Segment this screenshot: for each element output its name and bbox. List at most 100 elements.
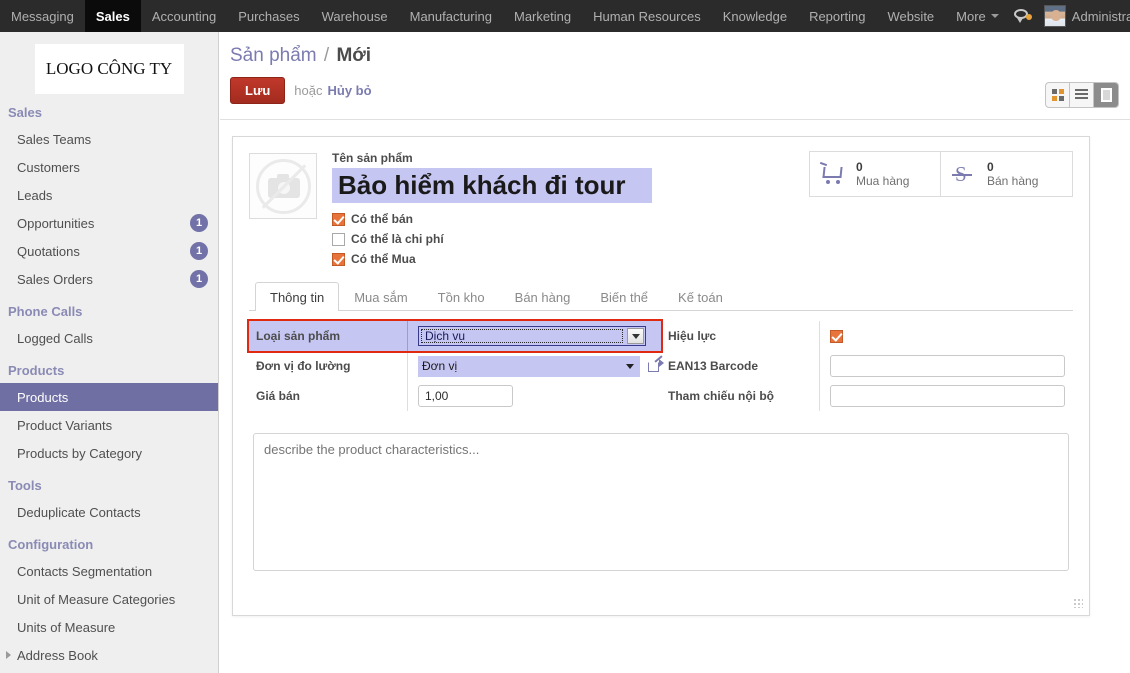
sidebar-item-unit-of-measure-categories[interactable]: Unit of Measure Categories: [0, 585, 218, 613]
chat-tail-shape: [1016, 18, 1023, 23]
sidebar-item-sales-orders[interactable]: Sales Orders 1: [0, 265, 218, 293]
active-checkbox[interactable]: [830, 329, 843, 343]
nav-item-more[interactable]: More: [945, 0, 1010, 32]
internal-ref-label: Tham chiếu nội bộ: [668, 389, 775, 403]
tab-mua-sắm[interactable]: Mua sắm: [339, 282, 422, 311]
form-column-right: Hiệu lực EAN13 Barcode Tham chiếu nội bộ: [661, 321, 1073, 411]
sidebar-item-opportunities[interactable]: Opportunities 1: [0, 209, 218, 237]
list-view-button[interactable]: [1070, 83, 1094, 107]
sidebar-item-product-variants[interactable]: Product Variants: [0, 411, 218, 439]
form-icon: [1100, 88, 1112, 102]
nav-item-label: Purchases: [238, 8, 300, 24]
discard-button[interactable]: Hủy bỏ: [328, 83, 372, 98]
main-content: Sản phẩm / Mới Lưu hoặc Hủy bỏ Tên sản p…: [220, 32, 1130, 673]
sidebar-item-products-by-category[interactable]: Products by Category: [0, 439, 218, 467]
resize-grip-icon[interactable]: [1073, 598, 1083, 608]
sidebar-item-label: Leads: [17, 187, 53, 203]
sidebar-item-logged-calls[interactable]: Logged Calls: [0, 324, 218, 352]
product-type-value-cell: Dịch vụ: [407, 321, 661, 351]
sidebar-item-label: Unit of Measure Categories: [17, 591, 176, 607]
sidebar-item-units-of-measure[interactable]: Units of Measure: [0, 613, 218, 641]
nav-item-label: Accounting: [151, 8, 217, 24]
stat-value: 0: [987, 160, 994, 174]
sidebar-section-sales: Sales: [8, 105, 42, 120]
nav-item-reporting[interactable]: Reporting: [798, 0, 876, 32]
avatar[interactable]: [1043, 5, 1066, 27]
nav-item-messaging[interactable]: Messaging: [0, 0, 85, 32]
nav-item-human-resources[interactable]: Human Resources: [582, 0, 712, 32]
sidebar-item-badge: 1: [190, 270, 208, 288]
sidebar-item-leads[interactable]: Leads: [0, 181, 218, 209]
nav-item-knowledge[interactable]: Knowledge: [712, 0, 798, 32]
description-textarea[interactable]: [253, 433, 1069, 571]
breadcrumb-root[interactable]: Sản phẩm: [230, 45, 317, 66]
product-type-select[interactable]: Dịch vụ: [418, 326, 646, 346]
sidebar-item-label: Sales Orders: [17, 271, 93, 287]
checkbox-1[interactable]: [332, 232, 345, 246]
nav-item-label: Marketing: [514, 8, 572, 24]
breadcrumb-current: Mới: [336, 45, 372, 66]
sidebar-item-products[interactable]: Products: [0, 383, 218, 411]
product-name-input[interactable]: [332, 168, 652, 203]
field-row-price: Giá bán: [249, 381, 661, 411]
sidebar-item-quotations[interactable]: Quotations 1: [0, 237, 218, 265]
checkbox-0[interactable]: [332, 212, 345, 226]
price-input[interactable]: [418, 385, 513, 407]
checkbox-2[interactable]: [332, 252, 345, 266]
tab-tồn-kho[interactable]: Tồn kho: [423, 282, 500, 311]
uom-selected-value: Đơn vị: [422, 359, 458, 373]
internal-ref-input[interactable]: [830, 385, 1065, 407]
dropdown-arrow-button[interactable]: [627, 328, 644, 344]
ean13-input[interactable]: [830, 355, 1065, 377]
kanban-view-button[interactable]: [1046, 83, 1070, 107]
sidebar-item-sales-teams[interactable]: Sales Teams: [0, 125, 218, 153]
nav-item-accounting[interactable]: Accounting: [141, 0, 227, 32]
product-image-placeholder[interactable]: [249, 153, 317, 219]
active-label: Hiệu lực: [668, 329, 717, 343]
sidebar-item-customers[interactable]: Customers: [0, 153, 218, 181]
user-name-label[interactable]: Administrator: [1072, 9, 1130, 24]
field-row-ean13: EAN13 Barcode: [661, 351, 1073, 381]
sidebar-item-label: Address Book: [17, 647, 98, 663]
stat-button-mua-hàng[interactable]: 0 Mua hàng: [810, 152, 941, 196]
sheet-background: Tên sản phẩm Có thể bán Có thể là chi phí…: [220, 120, 1130, 632]
tab-thông-tin[interactable]: Thông tin: [255, 282, 340, 311]
nav-item-sales[interactable]: Sales: [84, 0, 141, 32]
external-link-icon[interactable]: [648, 355, 664, 373]
checkbox-label: Có thể bán: [351, 212, 413, 226]
stat-button-bán-hàng[interactable]: S0Bán hàng: [941, 152, 1072, 196]
uom-select[interactable]: Đơn vị: [418, 355, 640, 377]
messaging-icon[interactable]: [1013, 7, 1034, 25]
sidebar-item-address-book[interactable]: Address Book: [0, 641, 218, 669]
form-view-button[interactable]: [1094, 83, 1118, 107]
chevron-right-icon[interactable]: [6, 651, 11, 659]
chat-badge-dot: [1025, 14, 1032, 20]
tab-biến-thể[interactable]: Biến thể: [585, 282, 663, 311]
checkbox-row: Có thể bán: [332, 212, 652, 226]
tab-label: Tồn kho: [437, 290, 485, 305]
checkbox-label: Có thể Mua: [351, 252, 416, 266]
tab-label: Bán hàng: [514, 290, 571, 305]
nav-item-label: Website: [887, 8, 935, 24]
stat-label: Mua hàng: [856, 174, 910, 188]
nav-item-purchases[interactable]: Purchases: [227, 0, 310, 32]
sidebar-item-label: Logged Calls: [17, 330, 93, 346]
external-link-arrow-head: [659, 359, 664, 367]
nav-item-label: Knowledge: [722, 8, 788, 24]
nav-item-warehouse[interactable]: Warehouse: [311, 0, 399, 32]
checkbox-row: Có thể là chi phí: [332, 232, 652, 246]
nav-item-website[interactable]: Website: [876, 0, 945, 32]
stat-label: Bán hàng: [987, 174, 1039, 188]
nav-item-label: Reporting: [809, 8, 866, 24]
tab-bán-hàng[interactable]: Bán hàng: [500, 282, 586, 311]
save-button[interactable]: Lưu: [230, 77, 286, 104]
nav-item-marketing[interactable]: Marketing: [503, 0, 582, 32]
stat-value: 0: [856, 160, 863, 174]
field-row-internal-ref: Tham chiếu nội bộ: [661, 381, 1073, 411]
nav-item-label: Manufacturing: [409, 8, 492, 24]
sidebar-item-deduplicate-contacts[interactable]: Deduplicate Contacts: [0, 498, 218, 526]
chevron-down-icon: [990, 14, 999, 18]
nav-item-manufacturing[interactable]: Manufacturing: [399, 0, 503, 32]
tab-kế-toán[interactable]: Kế toán: [663, 282, 738, 311]
sidebar-item-contacts-segmentation[interactable]: Contacts Segmentation: [0, 557, 218, 585]
